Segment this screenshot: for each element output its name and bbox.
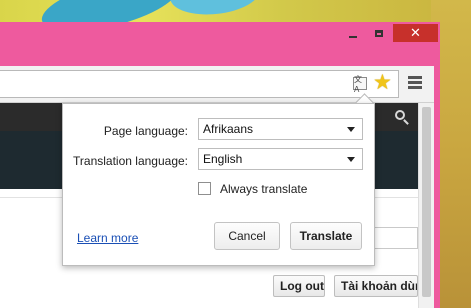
page-language-value: Afrikaans <box>203 122 254 136</box>
page-language-label: Page language: <box>103 124 188 138</box>
page-language-select[interactable]: Afrikaans <box>198 118 363 140</box>
translation-language-select[interactable]: English <box>198 148 363 170</box>
close-button[interactable]: ✕ <box>393 24 438 42</box>
wallpaper-swoosh-secondary <box>168 0 262 19</box>
chevron-down-icon <box>347 127 355 132</box>
account-button[interactable]: Tài khoản dùn <box>334 275 418 297</box>
address-bar[interactable]: 文A ★ <box>0 70 399 98</box>
search-icon[interactable] <box>395 110 405 120</box>
maximize-icon <box>375 29 383 37</box>
always-translate-checkbox[interactable] <box>198 182 211 195</box>
menu-icon[interactable] <box>408 76 422 91</box>
scrollbar[interactable] <box>418 103 434 308</box>
scrollbar-thumb[interactable] <box>422 107 431 297</box>
translation-language-value: English <box>203 152 243 166</box>
translation-language-label: Translation language: <box>73 154 188 168</box>
cancel-button[interactable]: Cancel <box>214 222 280 250</box>
minimize-button[interactable] <box>340 24 366 42</box>
chevron-down-icon <box>347 157 355 162</box>
always-translate-label[interactable]: Always translate <box>220 182 307 196</box>
maximize-button[interactable] <box>366 24 392 42</box>
translate-bubble: Page language: Afrikaans Translation lan… <box>62 103 375 266</box>
logout-button[interactable]: Log out <box>273 275 325 297</box>
page-input-field[interactable] <box>372 227 418 249</box>
close-icon: ✕ <box>410 25 421 40</box>
minimize-icon <box>349 36 357 38</box>
bookmark-star-icon[interactable]: ★ <box>373 72 392 94</box>
translate-button[interactable]: Translate <box>290 222 362 250</box>
translate-icon[interactable]: 文A <box>353 75 367 94</box>
learn-more-link[interactable]: Learn more <box>77 231 138 245</box>
